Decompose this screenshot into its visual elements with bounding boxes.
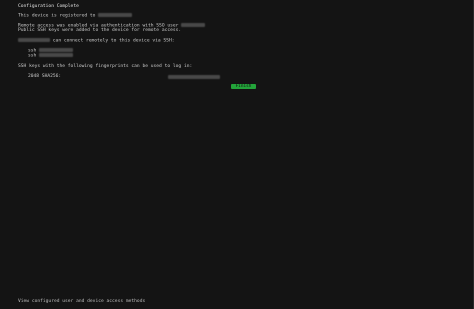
registered-line: This device is registered to	[18, 13, 133, 20]
footer-hint: View configured user and device access m…	[18, 299, 146, 304]
registered-prefix: This device is registered to	[18, 13, 96, 19]
redacted-username	[18, 38, 50, 42]
ssh-command-2: ssh	[28, 53, 74, 60]
connect-suffix: can connect remotely to this device via …	[52, 38, 175, 44]
redacted-host-1	[39, 48, 74, 52]
fingerprint-label: 2048 SHA256:	[28, 74, 62, 79]
ssh-cmd-label-2: ssh	[28, 53, 37, 59]
terminal-window: Configuration Complete This device is re…	[0, 0, 474, 309]
finish-button[interactable]: Finish	[231, 84, 256, 89]
redacted-account	[98, 13, 133, 17]
fingerprints-intro: SSH keys with the following fingerprints…	[18, 64, 193, 69]
connect-line: can connect remotely to this device via …	[18, 38, 174, 45]
redacted-host-2	[39, 53, 74, 57]
ssh-keys-added-line: Public SSH keys were added to the device…	[18, 28, 182, 33]
dialog-title: Configuration Complete	[18, 4, 79, 9]
redacted-fingerprint	[168, 75, 220, 79]
redacted-user	[181, 23, 206, 27]
